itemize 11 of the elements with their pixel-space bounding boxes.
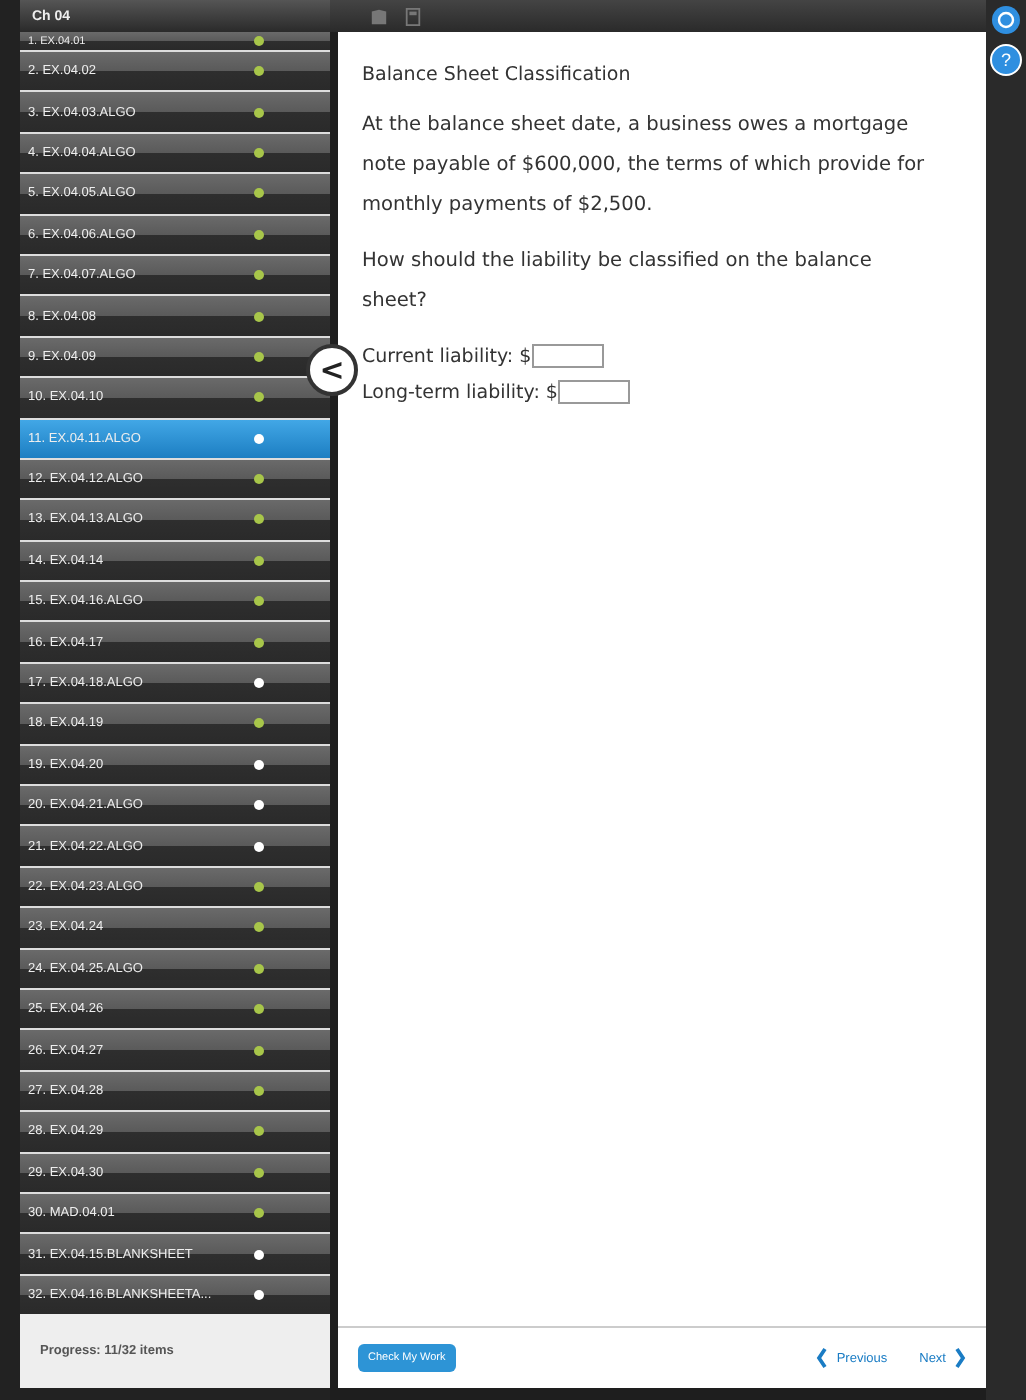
question-text: How should the liability be classified on the balance sheet? xyxy=(362,248,874,316)
question-title: Balance Sheet Classification xyxy=(362,64,633,86)
answer-field[interactable] xyxy=(531,344,604,368)
field-label: Long-term liability: $ xyxy=(362,381,558,403)
field-label: Current liability: $ xyxy=(362,345,532,367)
chevron-right-icon xyxy=(954,1346,966,1370)
answer-field[interactable] xyxy=(557,380,630,404)
chevron-left-icon xyxy=(816,1346,829,1370)
collapse-button[interactable]: < xyxy=(306,344,358,396)
question-text: At the balance sheet date, a business owes a mortgage note payable of $600,000, the terms of which provide for monthly payments of $2,500. xyxy=(362,112,927,220)
calculator-icon[interactable] xyxy=(404,7,422,25)
